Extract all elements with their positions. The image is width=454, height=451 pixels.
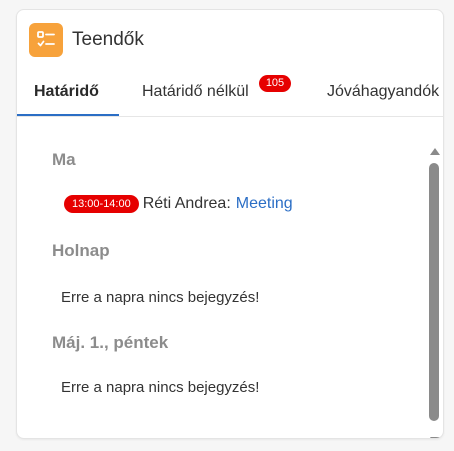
section-title-may-1: Máj. 1., péntek: [52, 333, 169, 352]
tab-jovahagyandok[interactable]: Jóváhagyandók: [327, 74, 439, 116]
task-list: Ma 13:00-14:00 Réti Andrea: Meeting Holn…: [17, 117, 443, 438]
empty-message: Erre a napra nincs bejegyzés!: [61, 379, 260, 396]
scrollbar-thumb[interactable]: [429, 163, 439, 421]
tab-hatarido-nelkul[interactable]: Határidő nélkül: [142, 74, 249, 116]
checklist-icon: [29, 23, 63, 57]
section-title-tomorrow: Holnap: [52, 241, 110, 260]
meeting-link[interactable]: Meeting: [236, 195, 293, 213]
list-item: 13:00-14:00 Réti Andrea: Meeting: [64, 195, 293, 213]
scrollbar[interactable]: [429, 145, 440, 438]
widget-title: Teendők: [72, 29, 144, 50]
time-badge: 13:00-14:00: [64, 195, 139, 213]
active-tab-indicator: [17, 114, 119, 116]
entry-person: Réti Andrea:: [142, 195, 231, 212]
tab-hatarido-nelkul-label: Határidő nélkül: [142, 83, 249, 100]
scroll-down-arrow-icon[interactable]: [430, 437, 440, 438]
count-badge: 105: [259, 75, 291, 92]
tab-bar: Határidő Határidő nélkül 105 Jóváhagyand…: [17, 74, 443, 117]
scroll-up-arrow-icon[interactable]: [430, 148, 440, 155]
tab-hatarido[interactable]: Határidő: [34, 74, 99, 116]
empty-message: Erre a napra nincs bejegyzés!: [61, 289, 260, 306]
widget-header: Teendők: [29, 22, 144, 58]
todo-widget: Teendők Határidő Határidő nélkül 105 Jóv…: [16, 9, 444, 439]
section-title-today: Ma: [52, 150, 76, 169]
